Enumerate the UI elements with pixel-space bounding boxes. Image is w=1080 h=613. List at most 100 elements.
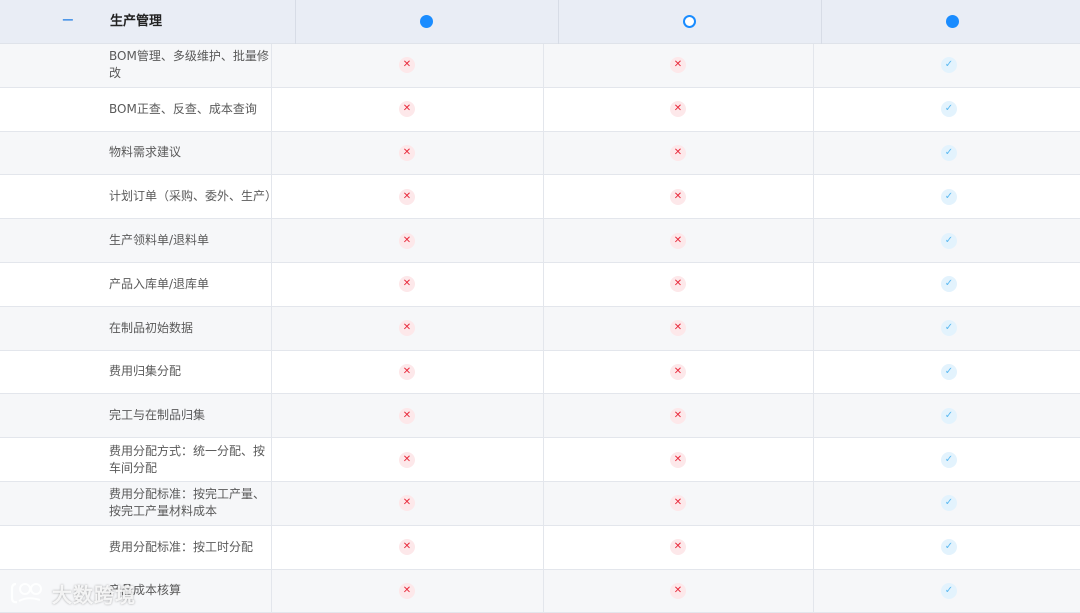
feature-cell: ✕ bbox=[648, 219, 708, 262]
table-row: 费用分配方式：统一分配、按车间分配 ✕ ✕ ✓ bbox=[0, 438, 1080, 482]
check-icon: ✓ bbox=[941, 232, 957, 249]
check-icon: ✓ bbox=[941, 276, 957, 293]
check-icon: ✓ bbox=[941, 451, 957, 468]
cross-icon: ✕ bbox=[399, 495, 415, 512]
feature-cell: ✕ bbox=[377, 526, 437, 569]
check-icon: ✓ bbox=[941, 320, 957, 337]
column-divider bbox=[543, 438, 544, 481]
feature-label: 物料需求建议 bbox=[109, 145, 182, 160]
column-divider bbox=[543, 306, 544, 350]
edition-3-full-icon bbox=[946, 15, 959, 28]
collapse-icon[interactable]: − bbox=[61, 12, 75, 28]
cross-icon: ✕ bbox=[670, 495, 686, 512]
header-divider bbox=[821, 0, 822, 44]
feature-cell: ✕ bbox=[648, 88, 708, 131]
cross-icon: ✕ bbox=[399, 320, 415, 337]
header-divider bbox=[295, 0, 296, 44]
feature-label: BOM管理、多级维护、批量修改 bbox=[109, 49, 269, 81]
feature-cell: ✓ bbox=[919, 132, 979, 175]
column-divider bbox=[813, 131, 814, 175]
column-divider bbox=[543, 219, 544, 262]
column-divider bbox=[813, 175, 814, 219]
feature-label: 费用分配标准：按工时分配 bbox=[109, 539, 254, 554]
cross-icon: ✕ bbox=[399, 451, 415, 468]
feature-cell: ✕ bbox=[377, 175, 437, 218]
column-divider bbox=[813, 262, 814, 306]
column-divider bbox=[813, 438, 814, 481]
feature-label: 产品入库单/退库单 bbox=[109, 276, 210, 291]
check-icon: ✓ bbox=[941, 363, 957, 380]
cross-icon: ✕ bbox=[670, 57, 686, 74]
feature-comparison-table: − 生产管理 BOM管理、多级维护、批量修改 ✕ ✕ ✓ BOM正查、反查、成本查询 ✕ ✕… bbox=[0, 0, 1080, 613]
column-divider bbox=[543, 87, 544, 131]
cross-icon: ✕ bbox=[670, 232, 686, 249]
column-divider bbox=[543, 569, 544, 613]
column-divider bbox=[813, 350, 814, 394]
section-title: 生产管理 bbox=[110, 14, 163, 29]
table-row: 费用分配标准：按完工产量、按完工产量材料成本 ✕ ✕ ✓ bbox=[0, 481, 1080, 526]
section-header: − 生产管理 bbox=[0, 0, 1080, 44]
feature-cell: ✓ bbox=[919, 44, 979, 87]
cross-icon: ✕ bbox=[399, 407, 415, 424]
feature-cell: ✓ bbox=[919, 175, 979, 218]
column-divider bbox=[543, 175, 544, 219]
check-icon: ✓ bbox=[941, 144, 957, 161]
column-divider bbox=[813, 569, 814, 613]
cross-icon: ✕ bbox=[670, 188, 686, 205]
feature-label: 完工与在制品归集 bbox=[109, 408, 206, 423]
feature-cell: ✕ bbox=[648, 307, 708, 350]
feature-cell: ✕ bbox=[377, 132, 437, 175]
table-row: 费用归集分配 ✕ ✕ ✓ bbox=[0, 350, 1080, 395]
feature-cell: ✓ bbox=[919, 88, 979, 131]
feature-label: 费用分配方式：统一分配、按车间分配 bbox=[109, 443, 266, 475]
watermark: 大数跨境 bbox=[10, 578, 136, 608]
cross-icon: ✕ bbox=[670, 451, 686, 468]
check-icon: ✓ bbox=[941, 539, 957, 556]
feature-cell: ✓ bbox=[919, 307, 979, 350]
table-row: BOM正查、反查、成本查询 ✕ ✕ ✓ bbox=[0, 87, 1080, 132]
cross-icon: ✕ bbox=[670, 320, 686, 337]
check-icon: ✓ bbox=[941, 101, 957, 118]
feature-cell: ✕ bbox=[648, 44, 708, 87]
cross-icon: ✕ bbox=[399, 232, 415, 249]
column-divider bbox=[543, 262, 544, 306]
feature-label: 计划订单（采购、委外、生产） bbox=[109, 189, 278, 204]
feature-cell: ✕ bbox=[377, 263, 437, 306]
brand-logo-icon bbox=[10, 582, 42, 604]
column-divider bbox=[813, 481, 814, 525]
edition-1-full-icon bbox=[420, 15, 433, 28]
feature-cell: ✕ bbox=[648, 482, 708, 525]
cross-icon: ✕ bbox=[670, 407, 686, 424]
feature-cell: ✕ bbox=[648, 175, 708, 218]
feature-label: BOM正查、反查、成本查询 bbox=[109, 101, 257, 116]
feature-cell: ✕ bbox=[377, 307, 437, 350]
feature-cell: ✓ bbox=[919, 394, 979, 437]
feature-cell: ✕ bbox=[377, 438, 437, 481]
feature-cell: ✕ bbox=[648, 263, 708, 306]
check-icon: ✓ bbox=[941, 188, 957, 205]
column-divider bbox=[543, 131, 544, 175]
feature-cell: ✕ bbox=[377, 44, 437, 87]
feature-cell: ✕ bbox=[377, 351, 437, 394]
cross-icon: ✕ bbox=[670, 276, 686, 293]
cross-icon: ✕ bbox=[399, 188, 415, 205]
feature-cell: ✓ bbox=[919, 351, 979, 394]
table-row: 费用分配标准：按工时分配 ✕ ✕ ✓ bbox=[0, 525, 1080, 570]
cross-icon: ✕ bbox=[399, 363, 415, 380]
check-icon: ✓ bbox=[941, 407, 957, 424]
column-divider bbox=[813, 87, 814, 131]
column-divider bbox=[543, 525, 544, 569]
table-row: 在制品初始数据 ✕ ✕ ✓ bbox=[0, 306, 1080, 351]
cross-icon: ✕ bbox=[399, 276, 415, 293]
feature-cell: ✕ bbox=[377, 570, 437, 613]
cross-icon: ✕ bbox=[399, 57, 415, 74]
cross-icon: ✕ bbox=[399, 101, 415, 118]
feature-cell: ✓ bbox=[919, 438, 979, 481]
feature-cell: ✕ bbox=[648, 351, 708, 394]
column-divider bbox=[813, 44, 814, 87]
table-row: BOM管理、多级维护、批量修改 ✕ ✕ ✓ bbox=[0, 44, 1080, 88]
column-divider bbox=[813, 219, 814, 262]
table-row: 完工与在制品归集 ✕ ✕ ✓ bbox=[0, 394, 1080, 439]
cross-icon: ✕ bbox=[399, 582, 415, 599]
feature-label: 费用归集分配 bbox=[109, 364, 182, 379]
